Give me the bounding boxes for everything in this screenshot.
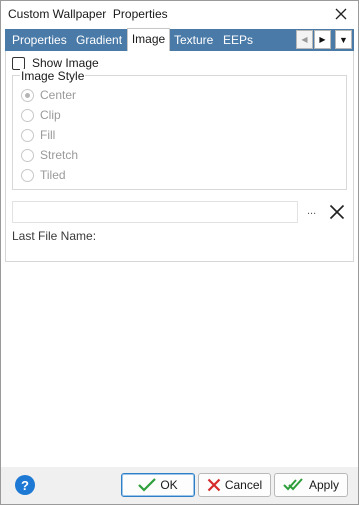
chevron-down-icon: ▼ <box>339 34 348 45</box>
tab-eeps[interactable]: EEPs <box>223 29 253 51</box>
browse-button[interactable]: ... <box>307 205 316 217</box>
radio-button[interactable] <box>21 148 34 162</box>
radio-stretch[interactable]: Stretch <box>21 148 78 162</box>
clear-file-button[interactable] <box>326 201 348 223</box>
cancel-button[interactable]: Cancel <box>198 473 271 497</box>
chevron-right-icon: ▶ <box>319 35 326 44</box>
tab-texture[interactable]: Texture <box>174 29 213 51</box>
image-file-input[interactable] <box>12 201 298 223</box>
radio-fill[interactable]: Fill <box>21 128 55 142</box>
radio-clip[interactable]: Clip <box>21 108 61 122</box>
tab-strip: Properties Gradient Image Texture EEPs ◀… <box>5 28 354 51</box>
window-title: Custom Wallpaper Properties <box>8 7 168 21</box>
chevron-left-icon: ◀ <box>301 35 308 44</box>
close-icon <box>329 204 345 220</box>
radio-button[interactable] <box>21 128 34 142</box>
tab-properties[interactable]: Properties <box>12 29 67 51</box>
tab-scroll-left-button[interactable]: ◀ <box>296 30 313 49</box>
radio-button[interactable] <box>21 108 34 122</box>
show-image-checkbox[interactable]: Show Image <box>12 56 99 70</box>
double-check-icon <box>283 478 305 492</box>
checkbox-box[interactable] <box>12 56 25 70</box>
radio-button[interactable] <box>21 168 34 182</box>
ok-button[interactable]: OK <box>121 473 195 497</box>
title-bar: Custom Wallpaper Properties <box>1 1 358 27</box>
show-image-label: Show Image <box>32 56 99 70</box>
radio-label-center: Center <box>40 88 77 102</box>
apply-button[interactable]: Apply <box>274 473 348 497</box>
radio-label-stretch: Stretch <box>40 148 79 162</box>
radio-label-clip: Clip <box>40 108 61 122</box>
radio-center[interactable]: Center <box>21 88 76 102</box>
last-file-name-label: Last File Name: <box>12 229 97 243</box>
apply-label: Apply <box>308 478 340 492</box>
red-x-icon <box>207 478 221 492</box>
tab-gradient[interactable]: Gradient <box>76 29 122 51</box>
cancel-label: Cancel <box>224 478 263 492</box>
tab-list-dropdown[interactable]: ▼ <box>335 30 352 49</box>
tab-scroll-right-button[interactable]: ▶ <box>314 30 331 49</box>
image-style-legend: Image Style <box>20 69 86 83</box>
radio-label-fill: Fill <box>40 128 56 142</box>
radio-button[interactable] <box>21 88 34 102</box>
properties-dialog: Custom Wallpaper Properties Properties G… <box>0 0 359 505</box>
checkmark-icon <box>138 478 157 492</box>
tab-image[interactable]: Image <box>127 28 170 51</box>
ok-label: OK <box>160 478 178 492</box>
radio-tiled[interactable]: Tiled <box>21 168 66 182</box>
help-icon[interactable]: ? <box>15 475 35 495</box>
radio-label-tiled: Tiled <box>40 168 66 182</box>
close-icon[interactable] <box>330 3 352 25</box>
